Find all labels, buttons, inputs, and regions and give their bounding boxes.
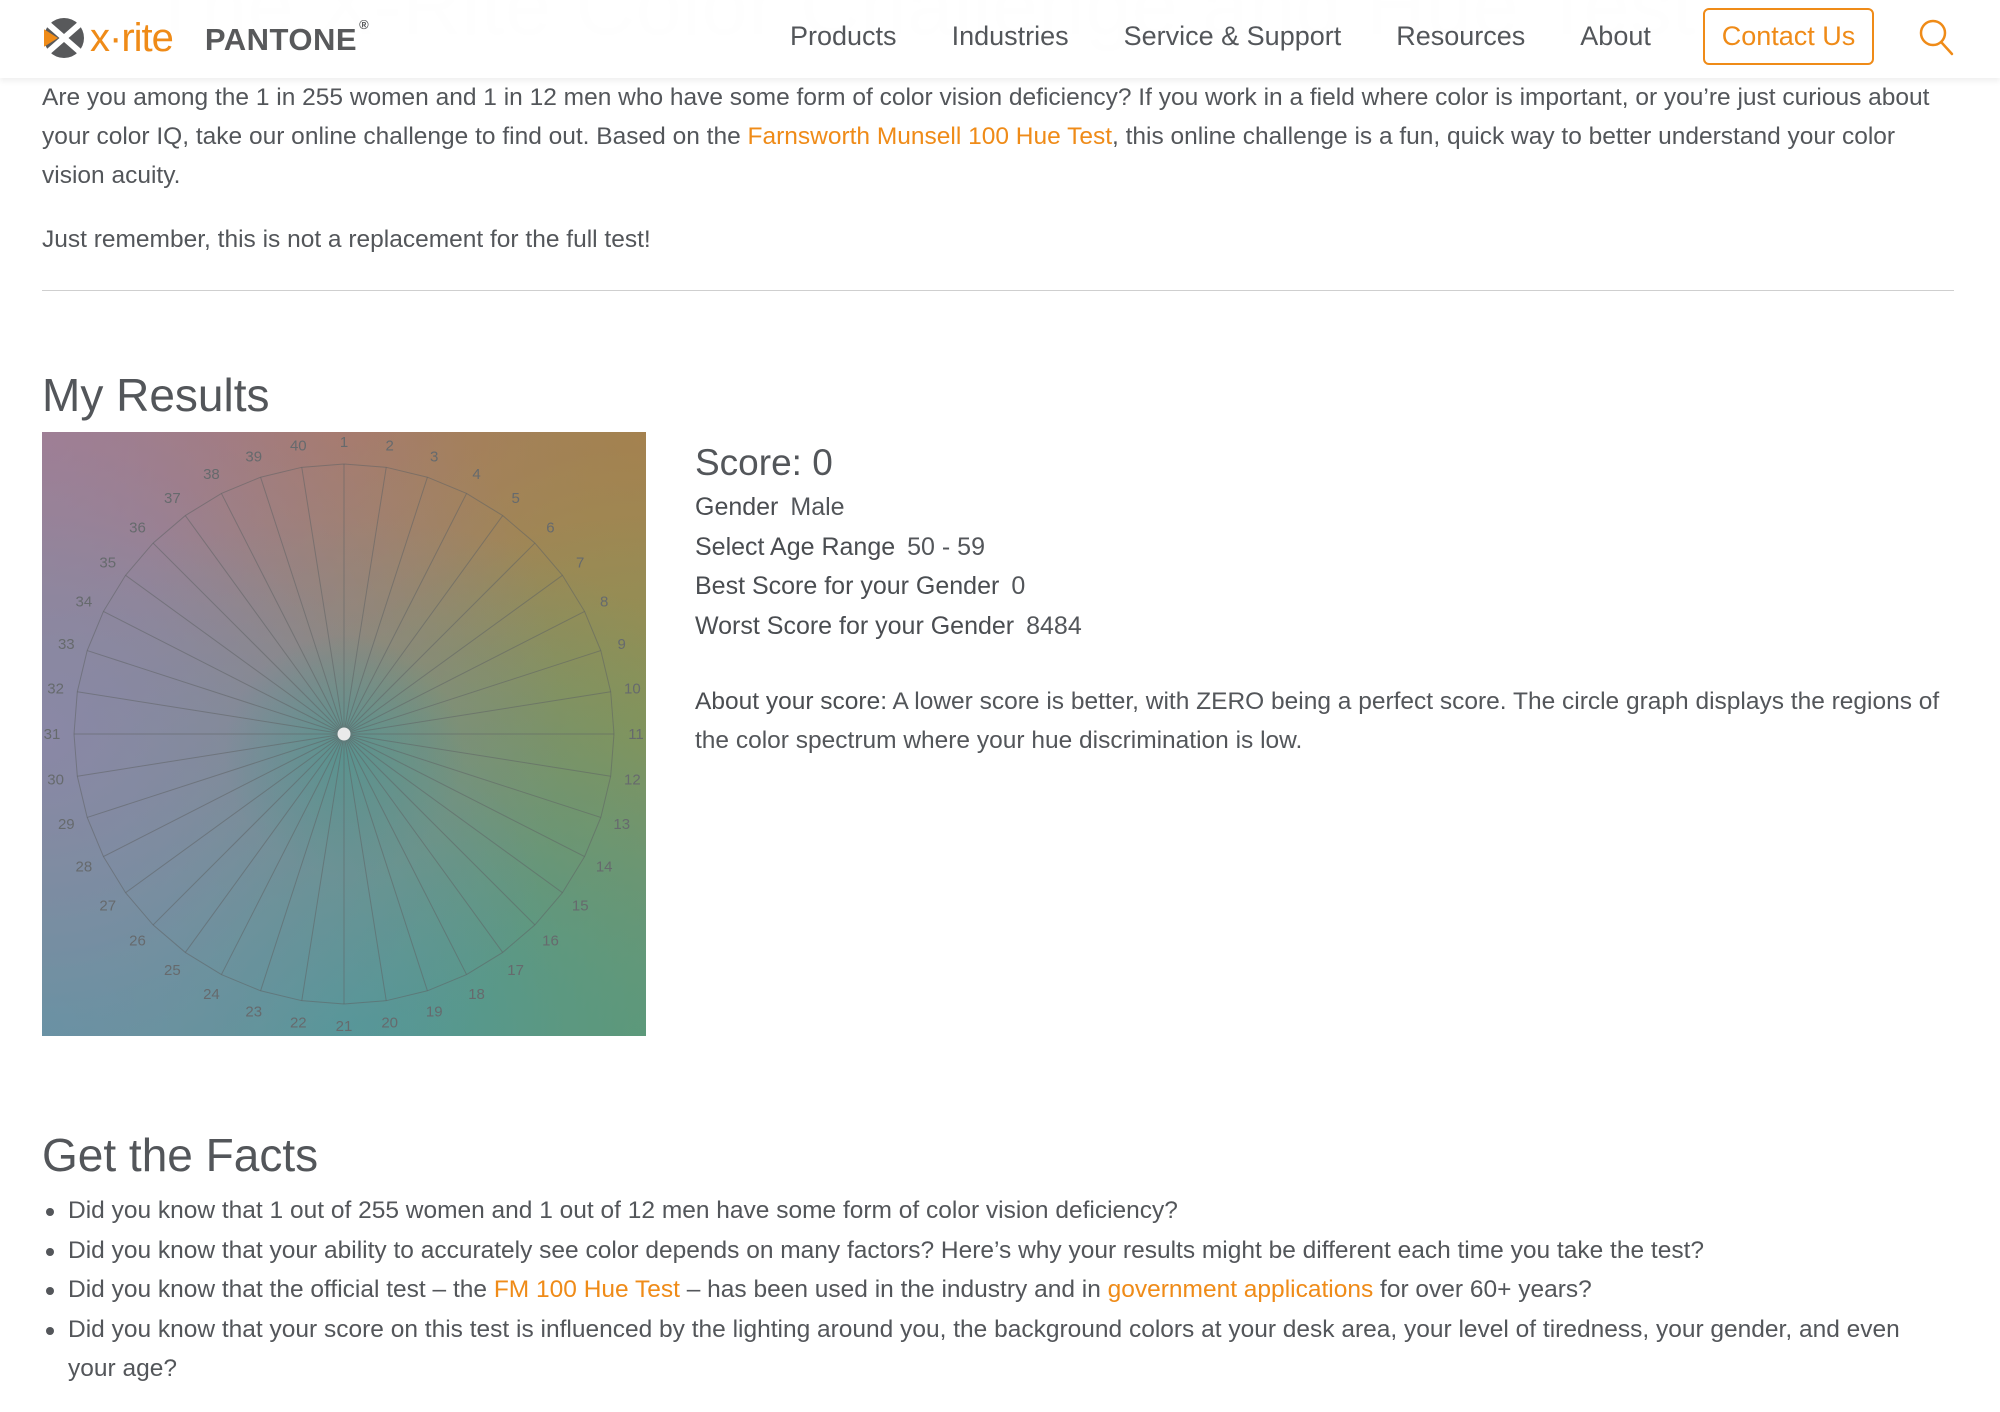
wheel-label-2: 2 — [386, 438, 394, 455]
wheel-label-37: 37 — [164, 490, 181, 507]
nav-resources[interactable]: Resources — [1396, 21, 1525, 52]
search-button[interactable] — [1918, 18, 1956, 58]
wheel-label-39: 39 — [245, 448, 262, 465]
stat-label: Best Score for your Gender — [695, 572, 1000, 600]
wheel-label-35: 35 — [99, 554, 116, 571]
wheel-label-20: 20 — [381, 1014, 398, 1031]
wheel-label-25: 25 — [164, 962, 181, 979]
nav-industries[interactable]: Industries — [952, 21, 1069, 52]
wheel-label-23: 23 — [245, 1004, 262, 1021]
about-score: About your score: A lower score is bette… — [695, 682, 1957, 760]
logo-xrite-text: x·rite — [90, 15, 174, 60]
stat-label: Worst Score for your Gender — [695, 611, 1015, 640]
score-panel: Score: 0 Gender Male Select Age Range 50 -… — [695, 438, 1955, 760]
nav-about[interactable]: About — [1580, 21, 1651, 52]
wheel-label-19: 19 — [426, 1004, 443, 1021]
disclaimer-paragraph: Just remember, this is not a replacement… — [42, 226, 651, 253]
fm-100-hue-test-link[interactable]: FM 100 Hue Test — [494, 1276, 680, 1303]
wheel-label-17: 17 — [507, 962, 524, 979]
contact-us-button[interactable]: Contact Us — [1703, 8, 1874, 65]
wheel-label-5: 5 — [511, 490, 519, 507]
fact-item: Did you know that your ability to accura… — [42, 1231, 1954, 1271]
about-score-label: About your score: — [695, 688, 888, 715]
stat-value: Male — [790, 493, 845, 521]
fact-item: Did you know that the official test – th… — [42, 1270, 1954, 1310]
government-applications-link[interactable]: government applications — [1108, 1276, 1374, 1303]
hue-circle-graph: 1 2 3 4 5 6 7 8 9 10 11 12 13 14 15 16 17 18 19 20 21 22 23 24 2… — [42, 432, 646, 1036]
stat-value: 0 — [1011, 572, 1026, 600]
section-divider — [42, 290, 1954, 291]
fact-text: Did you know that the official test – th… — [68, 1276, 494, 1303]
wheel-label-18: 18 — [468, 986, 485, 1003]
wheel-label-34: 34 — [75, 593, 92, 610]
wheel-label-36: 36 — [129, 520, 146, 537]
wheel-label-1: 1 — [340, 434, 348, 451]
logo-pantone-word: PANTONE — [204, 22, 358, 57]
wheel-center-dot — [337, 727, 351, 741]
wheel-label-24: 24 — [203, 986, 220, 1003]
fact-item: Did you know that 1 out of 255 women and… — [42, 1191, 1954, 1231]
wheel-label-26: 26 — [129, 932, 146, 949]
stat-gender: Gender Male — [695, 488, 1955, 528]
facts-list: Did you know that 1 out of 255 women and… — [42, 1191, 1954, 1389]
stat-value: 8484 — [1026, 611, 1082, 640]
fact-item: Did you know that your score on this tes… — [42, 1310, 1954, 1389]
my-results-heading: My Results — [42, 369, 270, 421]
wheel-label-33: 33 — [58, 636, 75, 653]
stat-best-score: Best Score for your Gender 0 — [695, 567, 1955, 607]
wheel-label-7: 7 — [576, 554, 584, 571]
farnsworth-munsell-link[interactable]: Farnsworth Munsell 100 Hue Test — [748, 123, 1113, 150]
nav-service-support[interactable]: Service & Support — [1124, 21, 1342, 52]
wheel-label-22: 22 — [290, 1014, 307, 1031]
wheel-label-12: 12 — [624, 772, 641, 789]
wheel-label-15: 15 — [572, 898, 589, 915]
wheel-label-6: 6 — [546, 520, 554, 537]
wheel-label-32: 32 — [47, 680, 64, 697]
main-nav: Products Industries Service & Support Re… — [790, 0, 1651, 72]
wheel-label-9: 9 — [618, 636, 626, 653]
wheel-label-27: 27 — [99, 898, 116, 915]
wheel-label-31: 31 — [44, 726, 61, 743]
get-the-facts-heading: Get the Facts — [42, 1129, 319, 1181]
stat-label: Select Age Range — [695, 532, 896, 561]
registered-mark: ® — [359, 16, 370, 32]
wheel-label-8: 8 — [600, 593, 608, 610]
wheel-label-10: 10 — [624, 680, 641, 697]
nav-products[interactable]: Products — [790, 21, 897, 52]
wheel-label-38: 38 — [203, 466, 220, 483]
wheel-label-30: 30 — [47, 772, 64, 789]
hue-circle-svg: 1 234567891011121314151617181920212223242… — [42, 432, 646, 1036]
search-icon — [1919, 19, 1954, 56]
wheel-label-4: 4 — [472, 466, 480, 483]
wheel-label-28: 28 — [75, 859, 92, 876]
wheel-label-3: 3 — [430, 448, 438, 465]
logo[interactable]: x·rite PANTONE ® — [42, 16, 369, 60]
fact-text: – has been used in the industry and in — [679, 1276, 1108, 1303]
stat-age-range: Select Age Range 50 - 59 — [695, 528, 1955, 568]
wheel-label-40: 40 — [290, 438, 307, 455]
intro-section: Are you among the 1 in 255 women and 1 i… — [42, 78, 1954, 259]
wheel-label-16: 16 — [542, 932, 559, 949]
wheel-label-21: 21 — [336, 1018, 353, 1035]
logo-pantone-text: PANTONE ® — [204, 17, 369, 58]
wheel-label-14: 14 — [596, 859, 613, 876]
fact-text: for over 60+ years? — [1373, 1276, 1592, 1303]
wheel-label-11: 11 — [628, 726, 644, 743]
score-value: Score: 0 — [695, 442, 833, 483]
xrite-logo-icon — [42, 18, 84, 58]
stat-value: 50 - 59 — [907, 532, 985, 561]
stat-worst-score: Worst Score for your Gender 8484 — [695, 607, 1955, 647]
site-header: x·rite PANTONE ® Products Industries Serv… — [0, 0, 2000, 78]
stat-label: Gender — [695, 493, 779, 521]
wheel-label-29: 29 — [58, 816, 75, 833]
wheel-label-13: 13 — [613, 816, 630, 833]
intro-paragraph: Are you among the 1 in 255 women and 1 i… — [42, 78, 1954, 195]
